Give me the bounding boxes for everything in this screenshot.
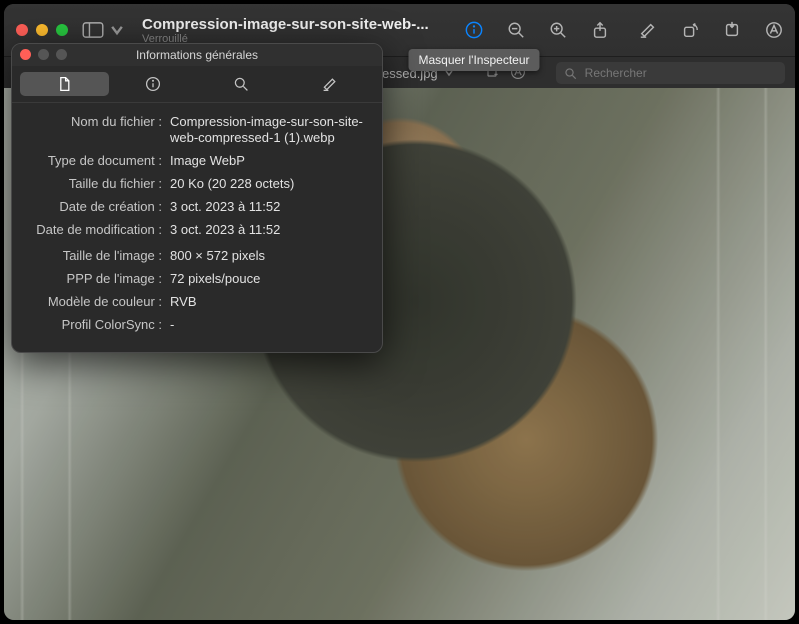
inspector-row-value: - <box>170 317 372 333</box>
inspector-row-key: Modèle de couleur : <box>22 294 170 310</box>
inspector-row: Type de document :Image WebP <box>22 153 372 169</box>
inspector-row-key: Profil ColorSync : <box>22 317 170 333</box>
rotate-button[interactable] <box>679 19 701 41</box>
inspector-row: Date de modification :3 oct. 2023 à 11:5… <box>22 222 372 238</box>
text-button[interactable] <box>763 19 785 41</box>
inspector-panel: Informations générales <box>11 43 383 353</box>
inspector-tabs <box>12 66 382 103</box>
inspector-window-controls <box>20 49 67 60</box>
inspector-row-value: 800 × 572 pixels <box>170 248 372 264</box>
info-icon <box>145 76 161 92</box>
inspector-row-key: Taille de l'image : <box>22 248 170 264</box>
tab-general[interactable] <box>20 72 109 96</box>
inspector-row-key: Nom du fichier : <box>22 114 170 146</box>
inspector-row-key: Type de document : <box>22 153 170 169</box>
search-placeholder: Rechercher <box>585 66 647 80</box>
window-title: Compression-image-sur-son-site-web-... <box>142 16 447 33</box>
inspector-row-key: Taille du fichier : <box>22 176 170 192</box>
title-group: Compression-image-sur-son-site-web-... V… <box>142 16 447 45</box>
pencil-icon <box>322 76 338 92</box>
inspector-tooltip: Masquer l'Inspecteur <box>408 49 539 71</box>
inspector-row: Taille du fichier :20 Ko (20 228 octets) <box>22 176 372 192</box>
markup-button[interactable] <box>637 19 659 41</box>
inspector-min[interactable] <box>38 49 49 60</box>
inspector-button[interactable]: Masquer l'Inspecteur <box>463 19 485 41</box>
crop-button[interactable] <box>721 19 743 41</box>
inspector-title: Informations générales <box>136 48 258 62</box>
inspector-row-key: Date de modification : <box>22 222 170 238</box>
document-icon <box>56 76 72 92</box>
inspector-row-key: Date de création : <box>22 199 170 215</box>
inspector-row-value: Compression-image-sur-son-site-web-compr… <box>170 114 372 146</box>
maximize-window[interactable] <box>56 24 68 36</box>
tab-annotation[interactable] <box>286 72 375 96</box>
inspector-row-key: PPP de l'image : <box>22 271 170 287</box>
search-field[interactable]: Rechercher <box>556 62 785 84</box>
inspector-body: Nom du fichier :Compression-image-sur-so… <box>12 103 382 352</box>
sidebar-toggle[interactable] <box>82 22 128 38</box>
window-controls <box>16 24 68 36</box>
search-icon <box>233 76 249 92</box>
search-icon <box>564 67 577 80</box>
inspector-max[interactable] <box>56 49 67 60</box>
inspector-row-value: 3 oct. 2023 à 11:52 <box>170 222 372 238</box>
inspector-titlebar: Informations générales <box>12 44 382 66</box>
zoom-out-button[interactable] <box>505 19 527 41</box>
zoom-in-button[interactable] <box>547 19 569 41</box>
inspector-row: PPP de l'image :72 pixels/pouce <box>22 271 372 287</box>
inspector-row-value: 72 pixels/pouce <box>170 271 372 287</box>
preview-window: Compression-image-sur-son-site-web-... V… <box>4 4 795 620</box>
inspector-close[interactable] <box>20 49 31 60</box>
tab-search[interactable] <box>197 72 286 96</box>
inspector-row-value: 3 oct. 2023 à 11:52 <box>170 199 372 215</box>
minimize-window[interactable] <box>36 24 48 36</box>
toolbar-right: Masquer l'Inspecteur <box>463 19 785 41</box>
close-window[interactable] <box>16 24 28 36</box>
inspector-row-value: RVB <box>170 294 372 310</box>
share-button[interactable] <box>589 19 611 41</box>
inspector-row: Taille de l'image :800 × 572 pixels <box>22 248 372 264</box>
inspector-row: Profil ColorSync :- <box>22 317 372 333</box>
inspector-row: Nom du fichier :Compression-image-sur-so… <box>22 114 372 146</box>
inspector-row-value: Image WebP <box>170 153 372 169</box>
inspector-row-value: 20 Ko (20 228 octets) <box>170 176 372 192</box>
tab-info[interactable] <box>109 72 198 96</box>
inspector-row: Modèle de couleur :RVB <box>22 294 372 310</box>
inspector-row: Date de création :3 oct. 2023 à 11:52 <box>22 199 372 215</box>
